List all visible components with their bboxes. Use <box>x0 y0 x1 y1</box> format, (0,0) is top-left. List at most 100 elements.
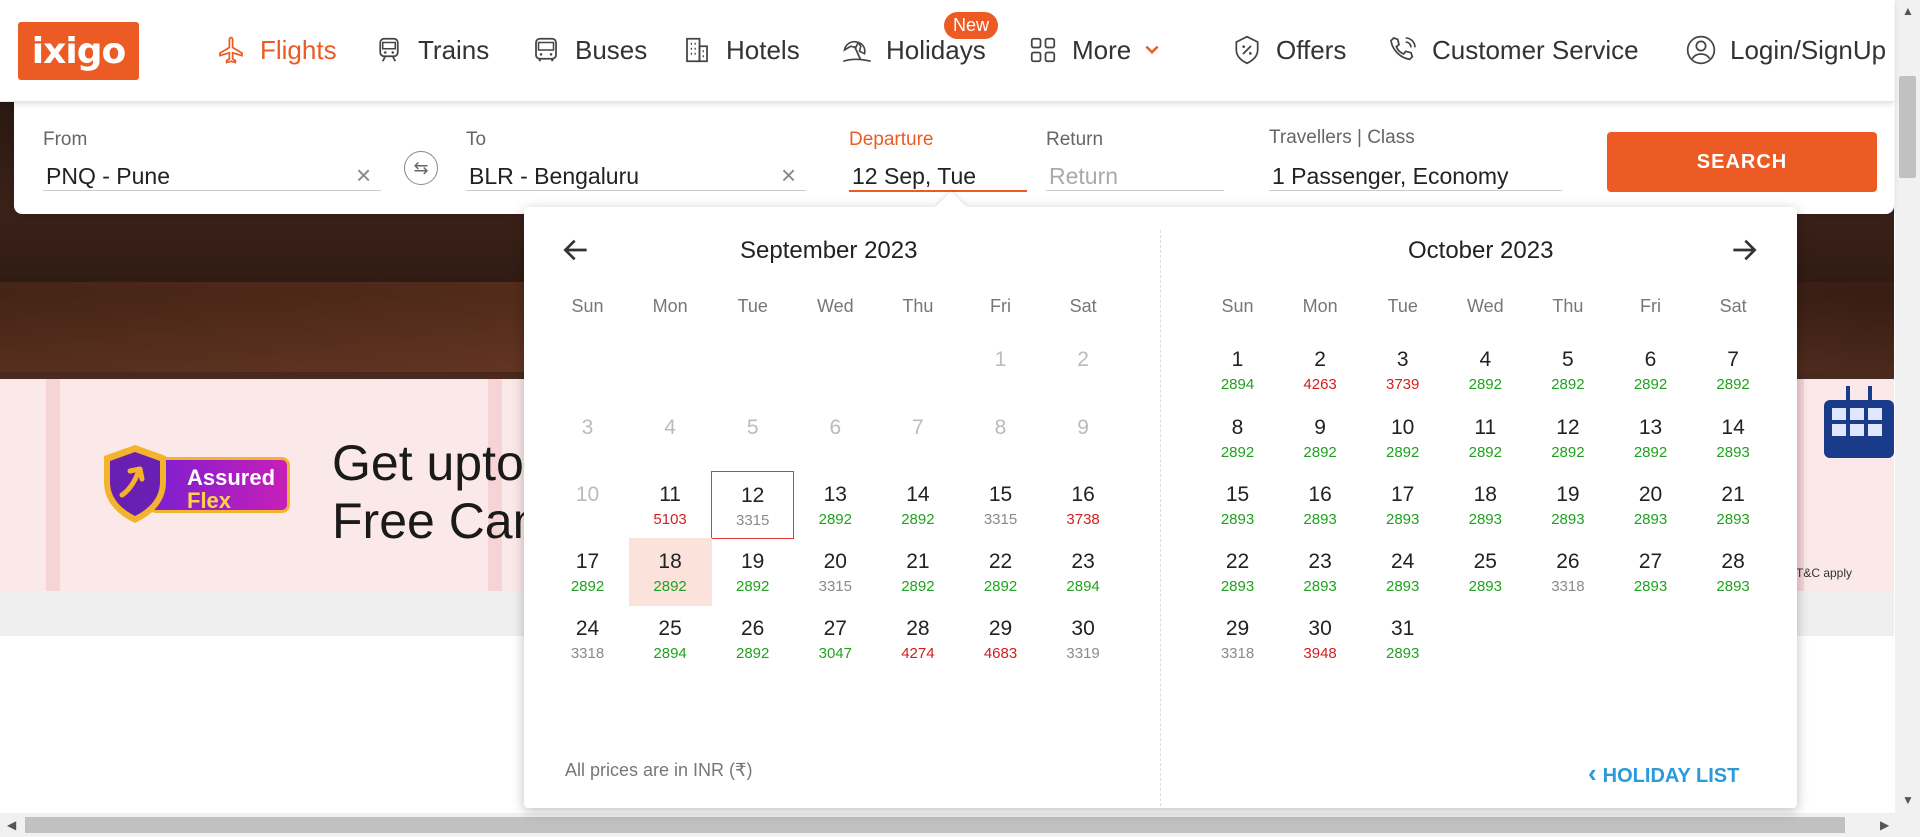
calendar-day[interactable]: 30 3948 <box>1279 605 1362 673</box>
calendar-day[interactable]: 3 3739 <box>1361 336 1444 404</box>
horizontal-scrollbar[interactable]: ◀ ▶ <box>0 813 1920 837</box>
calendar-day[interactable]: 14 2892 <box>876 471 959 539</box>
calendar-day[interactable]: 7 2892 <box>1692 336 1775 404</box>
calendar-day[interactable]: 25 2894 <box>629 605 712 673</box>
prev-month-arrow-icon[interactable] <box>560 234 592 266</box>
ixigo-logo[interactable]: ixigo <box>18 22 139 80</box>
calendar-day[interactable]: 21 2892 <box>876 538 959 606</box>
calendar-day[interactable]: 28 4274 <box>876 605 959 673</box>
calendar-day[interactable]: 10 2892 <box>1361 404 1444 472</box>
swap-icon[interactable]: ⇆ <box>404 151 438 185</box>
scroll-down-icon[interactable]: ▼ <box>1902 793 1914 807</box>
nav-customer-service[interactable]: Customer Service <box>1386 30 1639 70</box>
nav-flights[interactable]: Flights <box>214 30 337 70</box>
day-number: 12 <box>741 484 765 507</box>
calendar-day[interactable]: 11 2892 <box>1444 404 1527 472</box>
nav-buses[interactable]: Buses <box>529 30 647 70</box>
from-clear-icon[interactable]: × <box>356 160 371 191</box>
calendar-day-selected[interactable]: 12 3315 <box>711 471 795 539</box>
day-price: 2893 <box>1220 578 1255 595</box>
day-number: 29 <box>1225 617 1250 640</box>
calendar-day[interactable]: 17 2893 <box>1361 471 1444 539</box>
calendar-day[interactable]: 19 2892 <box>711 538 794 606</box>
from-label: From <box>43 129 88 150</box>
calendar-day[interactable]: 1 2894 <box>1196 336 1279 404</box>
weekday-label: Fri <box>1640 296 1661 316</box>
calendar-day[interactable]: 27 2893 <box>1609 538 1692 606</box>
calendar-day[interactable]: 15 3315 <box>959 471 1042 539</box>
nav-more[interactable]: More <box>1026 30 1161 70</box>
calendar-day[interactable]: 11 5103 <box>629 471 712 539</box>
nav-hotels[interactable]: Hotels <box>680 30 800 70</box>
calendar-day[interactable]: 8 2892 <box>1196 404 1279 472</box>
calendar-day[interactable]: 9 2892 <box>1279 404 1362 472</box>
return-field[interactable]: Return <box>1049 163 1118 190</box>
calendar-day[interactable]: 13 2892 <box>1609 404 1692 472</box>
nav-offers[interactable]: Offers <box>1230 30 1346 70</box>
travellers-class-field[interactable]: 1 Passenger, Economy <box>1272 163 1509 190</box>
assured-flex-badge: Assured Flex <box>100 443 295 525</box>
month-title-september: September 2023 <box>740 237 918 264</box>
day-price: 2892 <box>1468 444 1502 461</box>
calendar-day[interactable]: 29 3318 <box>1196 605 1279 673</box>
calendar-day[interactable]: 28 2893 <box>1692 538 1775 606</box>
scroll-left-icon[interactable]: ◀ <box>7 818 16 832</box>
calendar-day[interactable]: 16 3738 <box>1042 471 1125 539</box>
day-number: 28 <box>1721 550 1745 573</box>
to-clear-icon[interactable]: × <box>781 160 796 191</box>
calendar-day[interactable]: 19 2893 <box>1526 471 1609 539</box>
horizontal-scroll-thumb[interactable] <box>25 817 1845 833</box>
day-number: 11 <box>1474 416 1497 439</box>
calendar-day[interactable]: 26 2892 <box>711 605 794 673</box>
calendar-day[interactable]: 26 3318 <box>1526 538 1609 606</box>
calendar-day[interactable]: 6 2892 <box>1609 336 1692 404</box>
calendar-day[interactable]: 27 3047 <box>794 605 877 673</box>
next-month-arrow-icon[interactable] <box>1728 234 1760 266</box>
calendar-day[interactable]: 18 2892 <box>628 538 712 606</box>
departure-field[interactable]: 12 Sep, Tue <box>852 163 976 190</box>
calendar-day[interactable]: 30 3319 <box>1042 605 1125 673</box>
vertical-scroll-thumb[interactable] <box>1899 76 1916 178</box>
day-number: 7 <box>1727 348 1739 371</box>
calendar-day[interactable]: 17 2892 <box>546 538 629 606</box>
search-button[interactable]: SEARCH <box>1607 132 1877 192</box>
day-price: 2893 <box>1303 578 1337 595</box>
nav-trains[interactable]: Trains <box>372 30 489 70</box>
day-price: 2893 <box>1386 511 1420 528</box>
calendar-day[interactable]: 5 2892 <box>1526 336 1609 404</box>
from-field[interactable]: PNQ - Pune <box>46 163 170 190</box>
day-price: 3319 <box>1066 645 1100 662</box>
calendar-day[interactable]: 14 2893 <box>1692 404 1775 472</box>
calendar-day[interactable]: 24 2893 <box>1361 538 1444 606</box>
calendar-day[interactable]: 18 2893 <box>1444 471 1527 539</box>
calendar-day[interactable]: 23 2894 <box>1042 538 1125 606</box>
day-price: 4274 <box>901 645 935 662</box>
calendar-day[interactable]: 21 2893 <box>1692 471 1775 539</box>
calendar-day[interactable]: 22 2892 <box>959 538 1042 606</box>
calendar-day[interactable]: 24 3318 <box>546 605 629 673</box>
calendar-day[interactable]: 15 2893 <box>1196 471 1279 539</box>
weekday-label: Sat <box>1719 296 1747 316</box>
shield-icon <box>104 445 166 523</box>
day-price: 2892 <box>901 511 935 528</box>
calendar-day[interactable]: 22 2893 <box>1196 538 1279 606</box>
day-number: 23 <box>1308 550 1332 573</box>
calendar-day[interactable]: 13 2892 <box>794 471 877 539</box>
holiday-list-link[interactable]: ‹ HOLIDAY LIST <box>1588 758 1739 789</box>
calendar-day[interactable]: 4 2892 <box>1444 336 1527 404</box>
scroll-up-icon[interactable]: ▲ <box>1902 4 1914 18</box>
calendar-day[interactable]: 29 4683 <box>959 605 1042 673</box>
calendar-day[interactable]: 2 4263 <box>1279 336 1362 404</box>
scroll-right-icon[interactable]: ▶ <box>1880 818 1889 832</box>
calendar-day[interactable]: 16 2893 <box>1279 471 1362 539</box>
calendar-day[interactable]: 31 2893 <box>1361 605 1444 673</box>
calendar-day[interactable]: 25 2893 <box>1444 538 1527 606</box>
calendar-day[interactable]: 20 2893 <box>1609 471 1692 539</box>
calendar-day[interactable]: 23 2893 <box>1279 538 1362 606</box>
calendar-day[interactable]: 20 3315 <box>794 538 877 606</box>
calendar-day[interactable]: 12 2892 <box>1526 404 1609 472</box>
terms-note[interactable]: T&C apply <box>1796 566 1852 580</box>
to-field[interactable]: BLR - Bengaluru <box>469 163 639 190</box>
nav-login-signup[interactable]: Login/SignUp <box>1684 30 1886 70</box>
vertical-scrollbar[interactable]: ▲ ▼ <box>1895 0 1920 813</box>
